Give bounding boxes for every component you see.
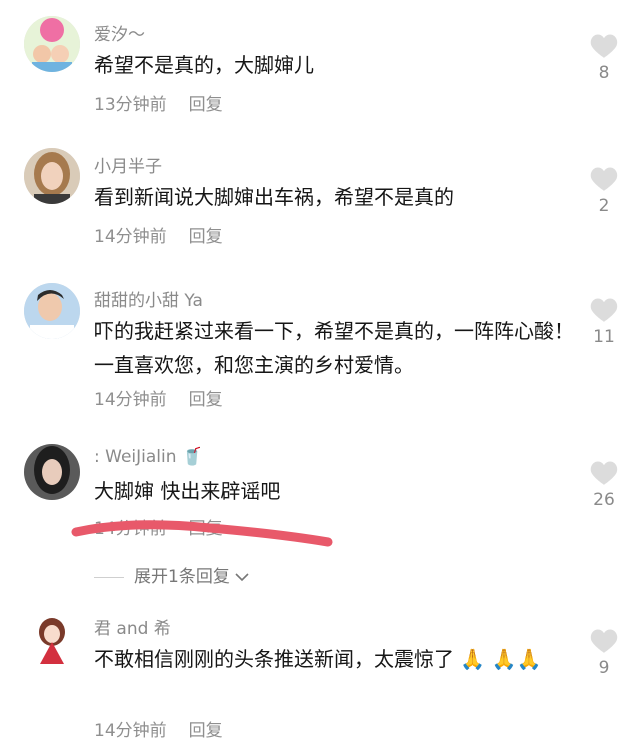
reply-button[interactable]: 回复 [189, 721, 223, 741]
heart-icon [590, 298, 618, 322]
comment-text: 希望不是真的，大脚婶儿 [94, 53, 314, 77]
username[interactable]: 爱汐～ [94, 20, 145, 45]
avatar[interactable] [24, 612, 80, 668]
like-count: 9 [598, 658, 610, 678]
reply-button[interactable]: 回复 [189, 95, 223, 115]
comment-text: 吓的我赶紧过来看一下，希望不是真的，一阵阵心酸！一直喜欢您，和您主演的乡村爱情。 [94, 319, 574, 377]
like-count: 2 [598, 196, 610, 216]
avatar[interactable] [24, 16, 80, 72]
comment-text: 大脚婶 快出来辟谣吧 [94, 479, 281, 503]
like-count: 26 [593, 490, 615, 510]
avatar[interactable] [24, 444, 80, 500]
avatar[interactable] [24, 283, 80, 339]
like-count: 11 [593, 327, 615, 347]
divider-line [94, 576, 124, 578]
comment-meta: 14分钟前 回复 [94, 222, 223, 247]
reply-button[interactable]: 回复 [189, 390, 223, 410]
like-button[interactable]: 8 [584, 32, 624, 83]
comment-text: 不敢相信刚刚的头条推送新闻，太震惊了 🙏 🙏🙏 [94, 647, 542, 671]
comment-meta: 14分钟前 回复 [94, 716, 223, 741]
comment-meta: 14分钟前 回复 [94, 385, 223, 410]
username[interactable]: 君 and 希 [94, 614, 171, 639]
heart-icon [590, 167, 618, 191]
red-underline-mark [71, 520, 333, 547]
like-button[interactable]: 9 [584, 627, 624, 678]
timestamp: 13分钟前 [94, 95, 167, 115]
like-button[interactable]: 26 [584, 459, 624, 510]
avatar[interactable] [24, 148, 80, 204]
expand-replies-button[interactable]: 展开1条回复 [94, 562, 249, 587]
reply-button[interactable]: 回复 [189, 227, 223, 247]
timestamp: 14分钟前 [94, 227, 167, 247]
username[interactable]: : WeiJialin 🥤 [94, 447, 203, 467]
expand-replies-label: 展开1条回复 [134, 567, 230, 587]
username[interactable]: 小月半子 [94, 152, 162, 177]
timestamp: 14分钟前 [94, 721, 167, 741]
like-button[interactable]: 11 [584, 296, 624, 347]
like-count: 8 [598, 63, 610, 83]
chevron-down-icon [235, 573, 249, 582]
heart-icon [590, 629, 618, 653]
heart-icon [590, 461, 618, 485]
like-button[interactable]: 2 [584, 165, 624, 216]
username[interactable]: 甜甜的小甜 Ya [94, 286, 203, 311]
timestamp: 14分钟前 [94, 390, 167, 410]
comment-text: 看到新闻说大脚婶出车祸，希望不是真的 [94, 185, 454, 209]
comment-meta: 13分钟前 回复 [94, 90, 223, 115]
heart-icon [590, 34, 618, 58]
